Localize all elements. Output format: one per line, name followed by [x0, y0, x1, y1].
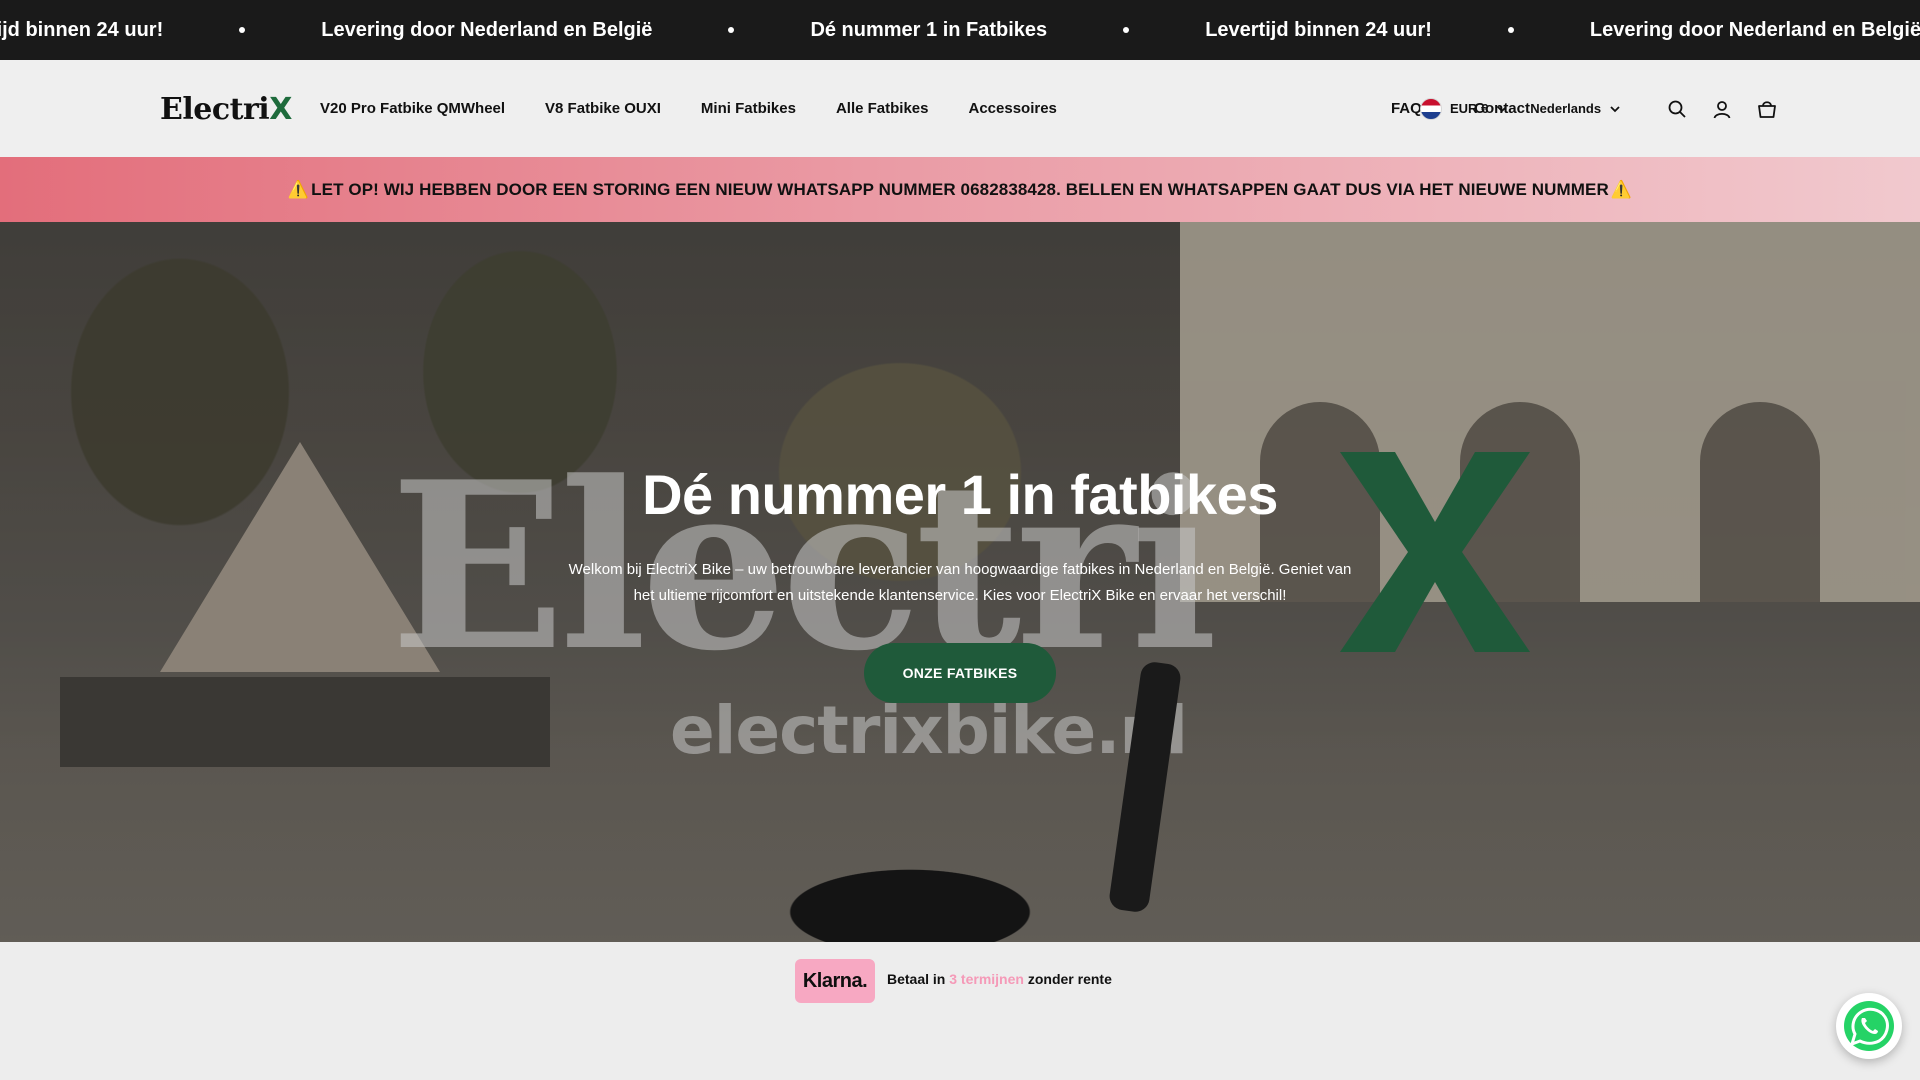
header-tools: EUR € Nederlands	[1420, 60, 1780, 157]
hero-description: Welkom bij ElectriX Bike – uw betrouwbar…	[568, 561, 1352, 604]
nav-link-accessoires[interactable]: Accessoires	[969, 100, 1057, 117]
klarna-text-before: Betaal in	[887, 971, 950, 987]
announcement-item: ertijd binnen 24 uur!	[0, 18, 164, 41]
currency-label: EUR €	[1450, 101, 1489, 116]
currency-selector[interactable]: EUR €	[1420, 97, 1508, 120]
warning-icon: ⚠️	[287, 179, 310, 199]
klarna-message: Betaal in 3 termijnen zonder rente	[887, 971, 1112, 987]
hero-section: Electri electrixbike.nl Dé nummer 1 in f…	[0, 222, 1920, 942]
klarna-strip: Klarna. Betaal in 3 termijnen zonder ren…	[0, 942, 1920, 1022]
bullet-icon	[1507, 27, 1514, 33]
site-logo[interactable]: Electri X	[160, 91, 292, 127]
nav-link-mini-fatbikes[interactable]: Mini Fatbikes	[701, 100, 796, 117]
logo-text: Electri	[160, 91, 270, 127]
chevron-down-icon	[1497, 105, 1507, 112]
announcement-item: Levertijd binnen 24 uur!	[1205, 18, 1432, 41]
announcement-item: Levering door Nederland en België	[321, 18, 653, 41]
main-nav: V20 Pro Fatbike QMWheel V8 Fatbike OUXI …	[320, 60, 1057, 157]
cart-icon[interactable]	[1754, 96, 1780, 122]
search-icon[interactable]	[1664, 96, 1690, 122]
bullet-icon	[1123, 27, 1130, 33]
nav-link-v8-ouxi[interactable]: V8 Fatbike OUXI	[545, 100, 661, 117]
whatsapp-chat-button[interactable]	[1836, 993, 1902, 1059]
klarna-text-after: zonder rente	[1023, 971, 1112, 987]
klarna-logo: Klarna.	[795, 959, 875, 1003]
announcement-item: Dé nummer 1 in Fatbikes	[810, 18, 1048, 41]
warning-icon: ⚠️	[1610, 179, 1633, 199]
alert-banner: ⚠️ LET OP! WIJ HEBBEN DOOR EEN STORING E…	[0, 157, 1920, 222]
announcement-item: Levering door Nederland en België	[1589, 18, 1920, 41]
hero-title: Dé nummer 1 in fatbikes	[642, 463, 1278, 526]
site-header: Electri X V20 Pro Fatbike QMWheel V8 Fatb…	[0, 60, 1920, 158]
nav-link-alle-fatbikes[interactable]: Alle Fatbikes	[836, 100, 929, 117]
whatsapp-icon	[1844, 1001, 1894, 1051]
announcement-bar: ertijd binnen 24 uur! Levering door Nede…	[0, 0, 1920, 60]
klarna-termijnen-link[interactable]: 3 termijnen	[949, 971, 1024, 987]
announcement-track: ertijd binnen 24 uur! Levering door Nede…	[0, 0, 1920, 60]
account-icon[interactable]	[1709, 96, 1735, 122]
onze-fatbikes-button[interactable]: ONZE FATBIKES	[864, 643, 1056, 703]
language-selector[interactable]: Nederlands	[1530, 101, 1621, 116]
hero-content: Dé nummer 1 in fatbikes Welkom bij Elect…	[0, 222, 1920, 942]
chevron-down-icon	[1610, 105, 1620, 112]
alert-text: LET OP! WIJ HEBBEN DOOR EEN STORING EEN …	[311, 179, 1609, 199]
language-label: Nederlands	[1530, 101, 1602, 116]
bullet-icon	[728, 27, 735, 33]
logo-x: X	[269, 91, 292, 127]
bullet-icon	[239, 27, 246, 33]
nav-link-v20-pro[interactable]: V20 Pro Fatbike QMWheel	[320, 100, 505, 117]
flag-nl-icon	[1420, 97, 1442, 120]
